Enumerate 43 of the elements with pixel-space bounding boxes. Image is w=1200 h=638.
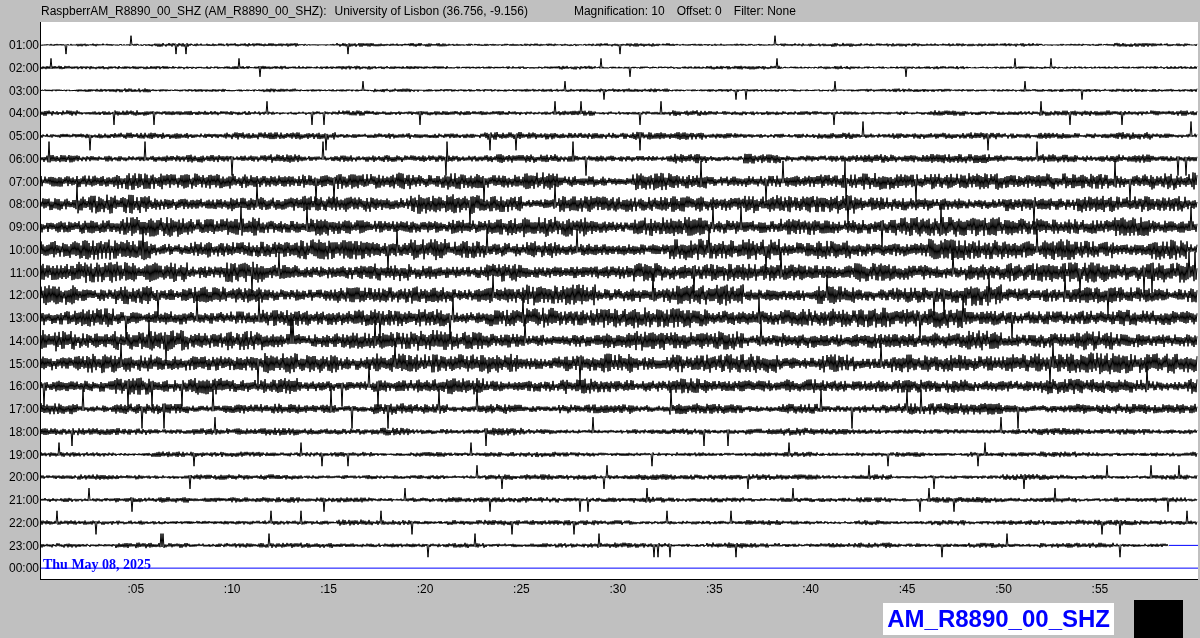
hour-label: 16:00 [7, 378, 40, 396]
time-tick-label: :15 [320, 582, 337, 596]
hour-label: 15:00 [7, 355, 40, 373]
time-tick-label: :35 [705, 582, 723, 596]
hour-label: 05:00 [7, 128, 40, 145]
hour-label: 14:00 [7, 332, 40, 350]
hour-label: 01:00 [7, 37, 40, 54]
hour-label: 18:00 [7, 423, 40, 441]
hour-label: 02:00 [7, 59, 40, 77]
hour-label: 03:00 [7, 82, 40, 100]
magnification-label: Magnification: 10 [573, 4, 665, 18]
hour-label: 10:00 [7, 241, 40, 259]
hour-label: 08:00 [7, 196, 40, 214]
hour-label: 19:00 [7, 446, 40, 464]
hour-label: 20:00 [7, 469, 40, 487]
time-tick-label: :50 [995, 582, 1012, 596]
channel-name: RaspberrAM_R8890_00_SHZ (AM_R8890_00_SHZ): [41, 4, 327, 18]
offset-label: Offset: 0 [676, 4, 722, 18]
hour-label: 13:00 [7, 310, 40, 327]
time-tick-label: :10 [223, 582, 241, 596]
hour-label: 07:00 [7, 173, 40, 191]
time-tick-label: :20 [416, 582, 434, 596]
time-tick-label: :55 [1091, 582, 1109, 596]
hour-label: 06:00 [7, 150, 40, 168]
filter-label: Filter: None [733, 4, 796, 18]
current-time-line [1168, 544, 1198, 546]
time-tick-label: :25 [513, 582, 530, 596]
station-label: AM_R8890_00_SHZ [883, 603, 1114, 635]
station-location: University of Lisbon (36.756, -9.156) [334, 4, 528, 18]
hour-label: 09:00 [7, 219, 40, 236]
hour-label: 00:00 [7, 560, 40, 578]
hour-label: 21:00 [7, 492, 40, 509]
time-tick-label: :30 [609, 582, 627, 596]
hour-label: 12:00 [7, 287, 40, 305]
hour-label: 22:00 [7, 514, 40, 532]
hour-label: 11:00 [8, 264, 40, 282]
hour-label: 17:00 [7, 401, 40, 418]
hour-label: 23:00 [7, 537, 40, 555]
status-square [1134, 600, 1183, 638]
hour-label: 04:00 [7, 105, 40, 123]
time-tick-label: :40 [802, 582, 819, 596]
time-tick-label: :45 [898, 582, 916, 596]
time-tick-label: :05 [127, 582, 145, 596]
